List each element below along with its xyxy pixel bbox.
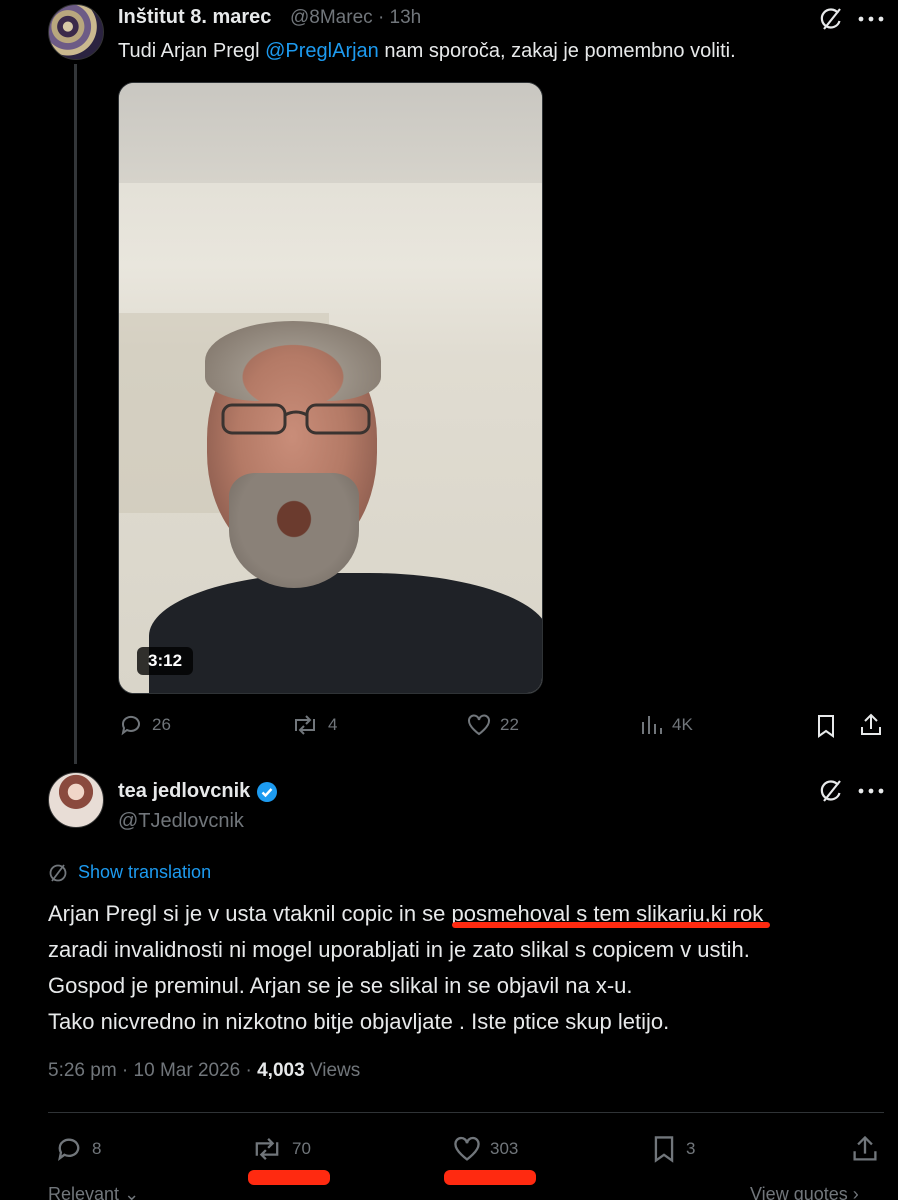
video-frame-shirt xyxy=(149,573,542,693)
thread-connector-line xyxy=(74,64,77,764)
reply-icon xyxy=(54,1134,84,1164)
video-frame-wall xyxy=(119,83,542,183)
repost-count: 4 xyxy=(328,715,338,734)
show-translation-label: Show translation xyxy=(78,862,212,882)
show-translation-link[interactable]: Show translation xyxy=(48,862,211,883)
heart-icon xyxy=(452,1134,482,1164)
grok-icon[interactable] xyxy=(818,778,844,804)
bookmark-icon[interactable] xyxy=(814,713,838,739)
views-bar-chart-icon xyxy=(640,712,664,738)
bookmark-button[interactable]: 3 xyxy=(650,1134,695,1164)
repost-icon xyxy=(290,712,320,738)
grok-icon[interactable] xyxy=(818,6,844,32)
tweet-body: Arjan Pregl si je v usta vtaknil copic i… xyxy=(48,896,878,1040)
video-frame-beard xyxy=(229,473,359,588)
sort-relevant-label: Relevant xyxy=(48,1184,120,1200)
repost-button[interactable]: 4 xyxy=(290,712,337,738)
separator: · xyxy=(377,7,385,28)
red-annotation-underline xyxy=(452,922,770,928)
view-quotes-link[interactable]: View quotes › xyxy=(750,1184,859,1200)
share-icon[interactable] xyxy=(858,712,884,738)
share-icon[interactable] xyxy=(850,1134,880,1164)
video-duration-badge: 3:12 xyxy=(137,647,194,675)
video-frame-glasses xyxy=(221,403,371,435)
reply-icon xyxy=(118,712,144,738)
post-time[interactable]: 13h xyxy=(390,7,422,28)
tweet-body-line: Gospod je preminul. Arjan se je se slika… xyxy=(48,973,633,998)
author-handle[interactable]: @TJedlovcnik xyxy=(118,810,244,833)
more-options-icon[interactable] xyxy=(858,16,884,22)
reply-count: 8 xyxy=(92,1139,102,1158)
repost-count: 70 xyxy=(292,1139,311,1158)
heart-icon xyxy=(466,712,492,738)
author-avatar[interactable] xyxy=(48,4,104,60)
timestamp[interactable]: 5:26 pm · 10 Mar 2026 · xyxy=(48,1060,252,1081)
more-options-icon[interactable] xyxy=(858,788,884,794)
translate-globe-icon xyxy=(48,863,68,883)
tweet-text-prefix: Tudi Arjan Pregl xyxy=(118,40,266,62)
red-annotation-mark xyxy=(248,1170,330,1185)
author-name-row: tea jedlovcnik xyxy=(118,780,278,803)
repost-button[interactable]: 70 xyxy=(250,1134,311,1164)
view-quotes-label: View quotes xyxy=(750,1184,848,1200)
chevron-right-icon: › xyxy=(852,1184,859,1200)
red-annotation-mark xyxy=(444,1170,536,1185)
views-total: 4,003 xyxy=(257,1060,305,1081)
video-frame-hair xyxy=(205,321,381,401)
author-handle[interactable]: @8Marec xyxy=(290,7,373,28)
views-label: Views xyxy=(309,1060,361,1081)
verified-badge-icon xyxy=(256,781,278,803)
tweet-meta: 5:26 pm · 10 Mar 2026 · 4,003 Views xyxy=(48,1060,360,1082)
like-count: 303 xyxy=(490,1139,519,1158)
like-button[interactable]: 22 xyxy=(466,712,519,738)
chevron-down-icon: ⌄ xyxy=(124,1184,140,1200)
tweet-body-line: Tako nicvredno in nizkotno bitje objavlj… xyxy=(48,1009,670,1034)
tweet-text: Tudi Arjan Pregl @PreglArjan nam sporoča… xyxy=(118,40,736,63)
author-name[interactable]: Inštitut 8. marec xyxy=(118,6,271,29)
divider xyxy=(48,1112,884,1113)
like-count: 22 xyxy=(500,715,519,734)
video-player[interactable]: 3:12 xyxy=(118,82,543,694)
bookmark-count: 3 xyxy=(686,1139,696,1158)
sort-relevant-dropdown[interactable]: Relevant ⌄ xyxy=(48,1184,139,1200)
author-name[interactable]: tea jedlovcnik xyxy=(118,780,250,803)
author-handle-time: @8Marec · 13h xyxy=(290,7,421,29)
tweet-text-suffix: nam sporoča, zakaj je pomembno voliti. xyxy=(378,40,736,62)
tweet-body-line: zaradi invalidnosti ni mogel uporabljati… xyxy=(48,937,750,962)
repost-icon xyxy=(250,1134,284,1164)
reply-button[interactable]: 26 xyxy=(118,712,171,738)
bookmark-icon xyxy=(650,1134,678,1164)
mention-link[interactable]: @PreglArjan xyxy=(265,40,379,62)
views-button[interactable]: 4K xyxy=(640,712,693,738)
like-button[interactable]: 303 xyxy=(452,1134,518,1164)
views-count: 4K xyxy=(672,715,693,734)
reply-button[interactable]: 8 xyxy=(54,1134,101,1164)
reply-count: 26 xyxy=(152,715,171,734)
author-avatar[interactable] xyxy=(48,772,104,828)
